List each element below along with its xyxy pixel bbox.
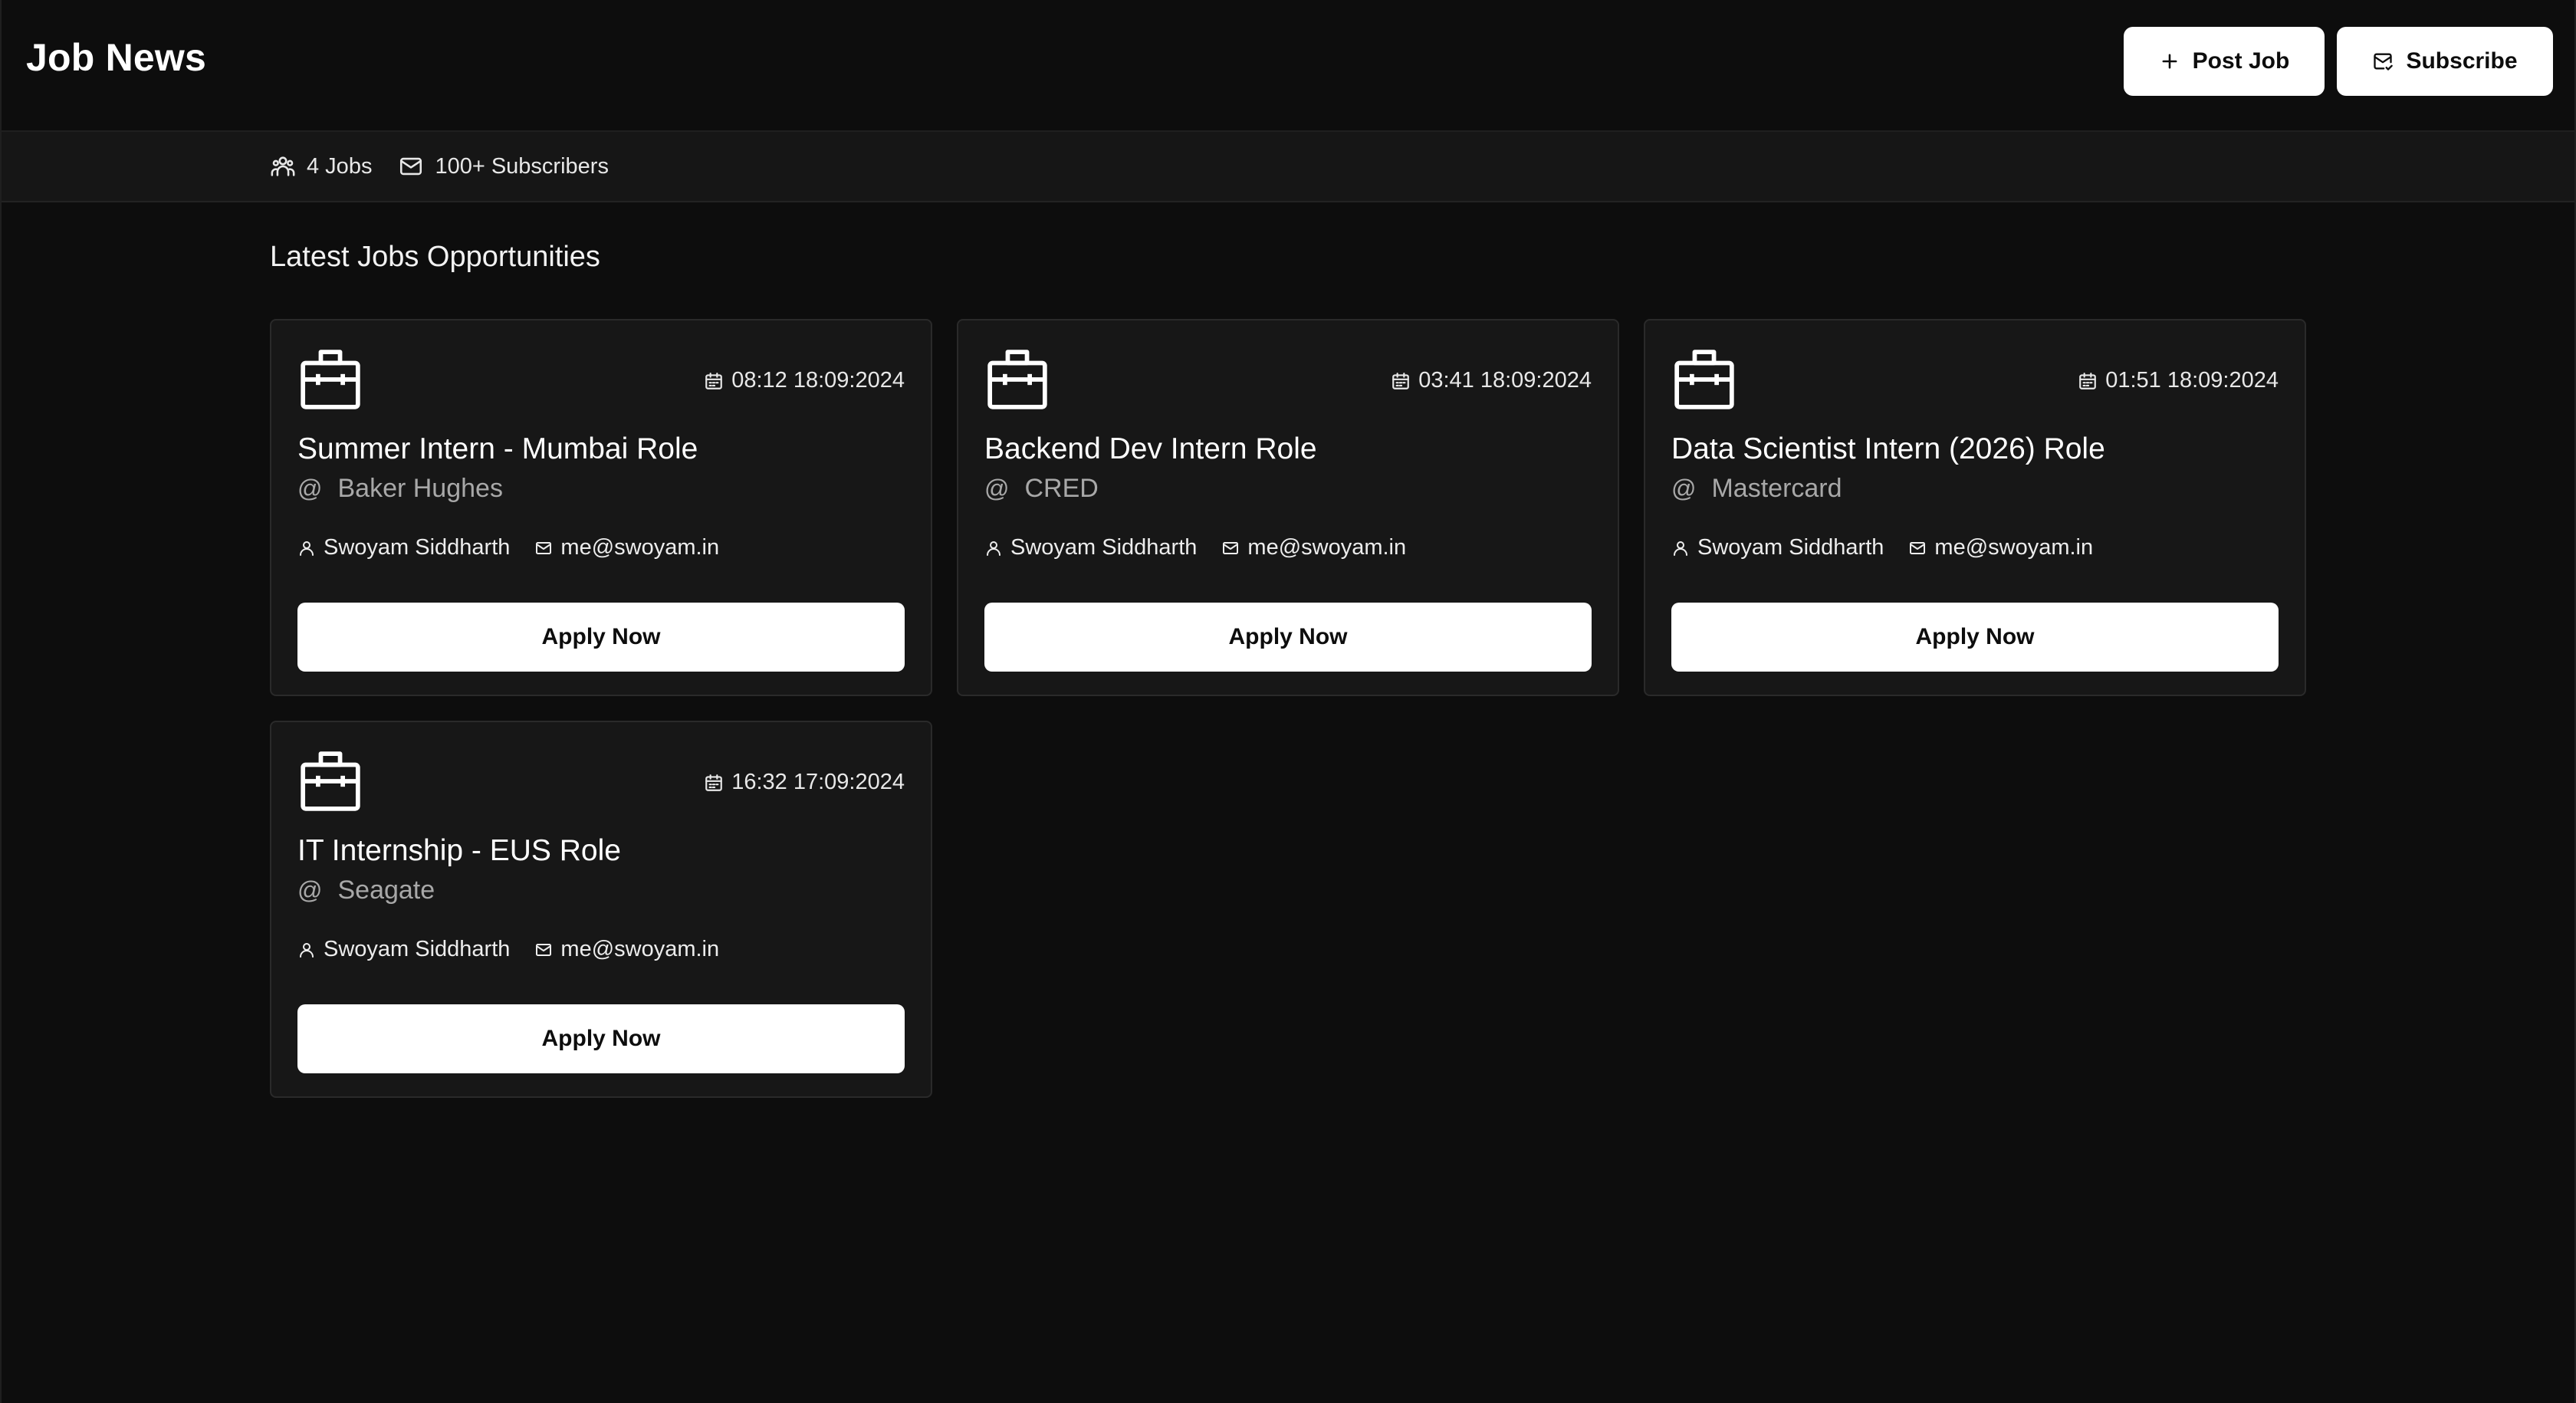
subscribers-count: 100+ Subscribers	[435, 153, 609, 179]
posted-date: 01:51 18:09:2024	[2078, 368, 2279, 393]
post-job-label: Post Job	[2192, 48, 2290, 74]
contact-email: me@swoyam.in	[1221, 535, 1406, 560]
company: @ Seagate	[297, 876, 435, 905]
plus-icon	[2162, 54, 2177, 69]
company-name: Seagate	[337, 876, 435, 905]
calendar-icon	[2079, 372, 2097, 389]
mail-icon	[1223, 541, 1239, 554]
user-icon	[300, 540, 314, 556]
posted-date: 03:41 18:09:2024	[1391, 368, 1592, 393]
email-text: me@swoyam.in	[1247, 535, 1407, 560]
job-card-header: 03:41 18:09:2024	[984, 347, 1592, 416]
contact-email: me@swoyam.in	[534, 937, 719, 962]
job-title: Data Scientist Intern (2026) Role	[1671, 432, 2105, 465]
poster-name: Swoyam Siddharth	[1010, 535, 1198, 560]
email-text: me@swoyam.in	[560, 535, 720, 560]
at-icon: @	[984, 475, 1010, 502]
job-meta: Swoyam Siddharth me@swoyam.in	[297, 937, 719, 962]
stats-row: 4 Jobs 100+ Subscribers	[270, 132, 609, 201]
email-text: me@swoyam.in	[560, 937, 720, 961]
posted-date-text: 01:51 18:09:2024	[2105, 368, 2279, 393]
at-icon: @	[297, 475, 323, 502]
header-actions: Post Job Subscribe	[2124, 27, 2553, 96]
mail-icon	[400, 157, 422, 176]
poster-name: Swoyam Siddharth	[324, 937, 511, 961]
mail-icon	[536, 943, 552, 956]
at-icon: @	[297, 876, 323, 904]
posted-date: 16:32 17:09:2024	[704, 770, 905, 795]
apply-now-button[interactable]: Apply Now	[297, 603, 905, 672]
section-title: Latest Jobs Opportunities	[270, 241, 600, 273]
company: @ CRED	[984, 474, 1099, 504]
app-title: Job News	[26, 36, 206, 79]
job-card: 08:12 18:09:2024 Summer Intern - Mumbai …	[270, 319, 932, 696]
job-title: Summer Intern - Mumbai Role	[297, 432, 698, 465]
app-root: Job News Post Job Subscribe 4 Jobs 100+ …	[0, 0, 2576, 1403]
email-text: me@swoyam.in	[1934, 535, 2094, 560]
posted-date-text: 16:32 17:09:2024	[731, 770, 905, 794]
mail-check-icon	[2374, 53, 2394, 71]
job-meta: Swoyam Siddharth me@swoyam.in	[297, 535, 719, 560]
apply-now-button[interactable]: Apply Now	[1671, 603, 2279, 672]
job-title: IT Internship - EUS Role	[297, 834, 621, 867]
calendar-icon	[705, 774, 723, 791]
job-card: 16:32 17:09:2024 IT Internship - EUS Rol…	[270, 721, 932, 1098]
briefcase-icon	[301, 350, 360, 409]
briefcase-icon	[1674, 350, 1734, 409]
jobs-grid: 08:12 18:09:2024 Summer Intern - Mumbai …	[270, 319, 2309, 1098]
subscribers-stat: 100+ Subscribers	[398, 153, 609, 179]
company-name: CRED	[1024, 474, 1099, 503]
user-icon	[1674, 540, 1687, 556]
job-card: 03:41 18:09:2024 Backend Dev Intern Role…	[957, 319, 1619, 696]
posted-date: 08:12 18:09:2024	[704, 368, 905, 393]
posted-date-text: 03:41 18:09:2024	[1418, 368, 1592, 393]
posted-date-text: 08:12 18:09:2024	[731, 368, 905, 393]
user-icon	[987, 540, 1001, 556]
post-job-button[interactable]: Post Job	[2124, 27, 2325, 96]
company-name: Baker Hughes	[337, 474, 503, 503]
subscribe-label: Subscribe	[2406, 48, 2518, 74]
stats-bar: 4 Jobs 100+ Subscribers	[2, 132, 2574, 202]
job-card-header: 01:51 18:09:2024	[1671, 347, 2279, 416]
job-card-header: 16:32 17:09:2024	[297, 748, 905, 817]
job-meta: Swoyam Siddharth me@swoyam.in	[1671, 535, 2093, 560]
job-meta: Swoyam Siddharth me@swoyam.in	[984, 535, 1406, 560]
mail-icon	[1910, 541, 1926, 554]
job-card: 01:51 18:09:2024 Data Scientist Intern (…	[1644, 319, 2306, 696]
briefcase-icon	[987, 350, 1047, 409]
poster: Swoyam Siddharth	[297, 535, 510, 560]
contact-email: me@swoyam.in	[534, 535, 719, 560]
poster-name: Swoyam Siddharth	[1697, 535, 1884, 560]
poster: Swoyam Siddharth	[297, 937, 510, 962]
company-name: Mastercard	[1711, 474, 1842, 503]
apply-now-button[interactable]: Apply Now	[297, 1004, 905, 1073]
jobs-stat: 4 Jobs	[270, 153, 372, 179]
apply-now-button[interactable]: Apply Now	[984, 603, 1592, 672]
job-card-header: 08:12 18:09:2024	[297, 347, 905, 416]
mail-icon	[536, 541, 552, 554]
briefcase-icon	[301, 751, 360, 811]
company: @ Baker Hughes	[297, 474, 503, 504]
calendar-icon	[1392, 372, 1410, 389]
poster-name: Swoyam Siddharth	[324, 535, 511, 560]
poster: Swoyam Siddharth	[984, 535, 1197, 560]
job-title: Backend Dev Intern Role	[984, 432, 1317, 465]
at-icon: @	[1671, 475, 1697, 502]
subscribe-button[interactable]: Subscribe	[2337, 27, 2553, 96]
top-header: Job News Post Job Subscribe	[2, 0, 2574, 132]
calendar-icon	[705, 372, 723, 389]
contact-email: me@swoyam.in	[1908, 535, 2093, 560]
user-icon	[300, 942, 314, 958]
users-icon	[271, 156, 295, 176]
poster: Swoyam Siddharth	[1671, 535, 1884, 560]
company: @ Mastercard	[1671, 474, 1842, 504]
jobs-count: 4 Jobs	[307, 153, 373, 179]
